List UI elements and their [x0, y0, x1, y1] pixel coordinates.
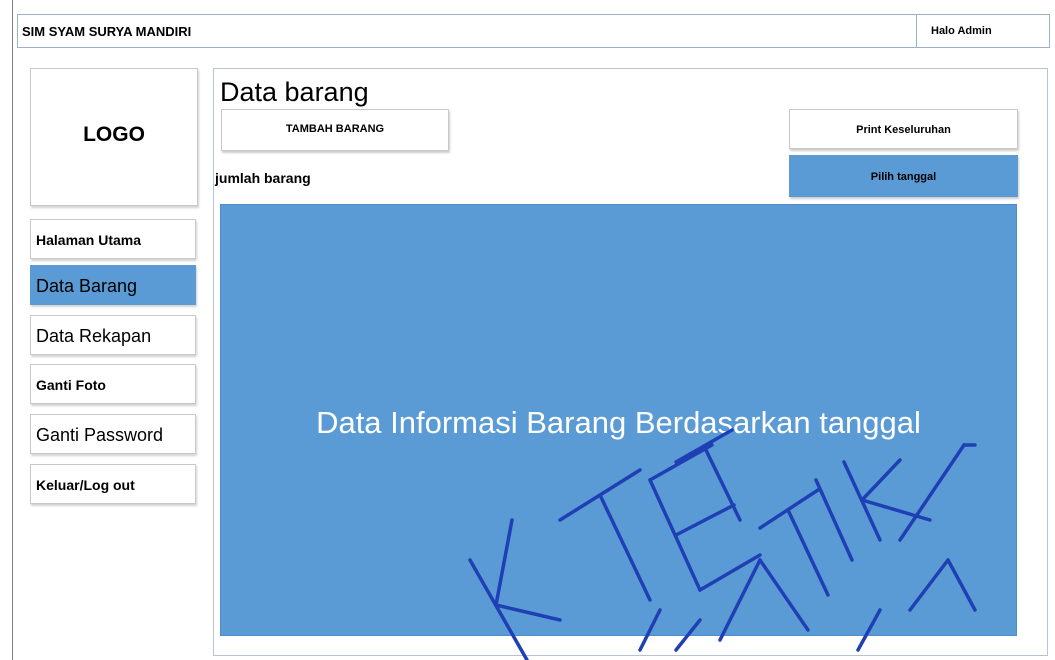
app-title: SIM SYAM SURYA MANDIRI: [22, 24, 192, 39]
sidebar-item-label: Halaman Utama: [36, 232, 142, 248]
sidebar-item-logout[interactable]: Keluar/Log out: [30, 464, 196, 504]
sidebar-item-label: Ganti Foto: [36, 377, 106, 393]
sidebar-item-label: Keluar/Log out: [36, 477, 135, 493]
user-greeting-box[interactable]: Halo Admin: [916, 15, 1050, 47]
sidebar-item-label: Data Barang: [36, 276, 138, 296]
sidebar-item-ganti-foto[interactable]: Ganti Foto: [30, 364, 196, 404]
print-all-button[interactable]: Print Keseluruhan: [789, 109, 1018, 149]
sidebar-item-label: Data Rekapan: [36, 326, 152, 346]
sidebar-item-data-rekapan[interactable]: Data Rekapan: [30, 315, 196, 355]
select-date-button[interactable]: Pilih tanggal: [789, 155, 1018, 197]
data-content-area: Data Informasi Barang Berdasarkan tangga…: [220, 204, 1017, 636]
content-placeholder-text: Data Informasi Barang Berdasarkan tangga…: [316, 405, 921, 440]
add-item-button[interactable]: TAMBAH BARANG: [221, 109, 449, 151]
sidebar-item-data-barang[interactable]: Data Barang: [30, 265, 196, 305]
logo: LOGO: [30, 68, 198, 206]
item-count-label: jumlah barang: [215, 170, 311, 186]
page-title: Data barang: [220, 77, 369, 107]
sidebar-item-ganti-password[interactable]: Ganti Password: [30, 414, 196, 454]
logo-label: LOGO: [83, 123, 145, 146]
top-bar: SIM SYAM SURYA MANDIRI Halo Admin: [17, 14, 1050, 48]
window-left-border: [12, 0, 13, 660]
user-greeting: Halo Admin: [931, 25, 992, 37]
sidebar-item-halaman-utama[interactable]: Halaman Utama: [30, 219, 196, 259]
sidebar-item-label: Ganti Password: [36, 425, 164, 445]
